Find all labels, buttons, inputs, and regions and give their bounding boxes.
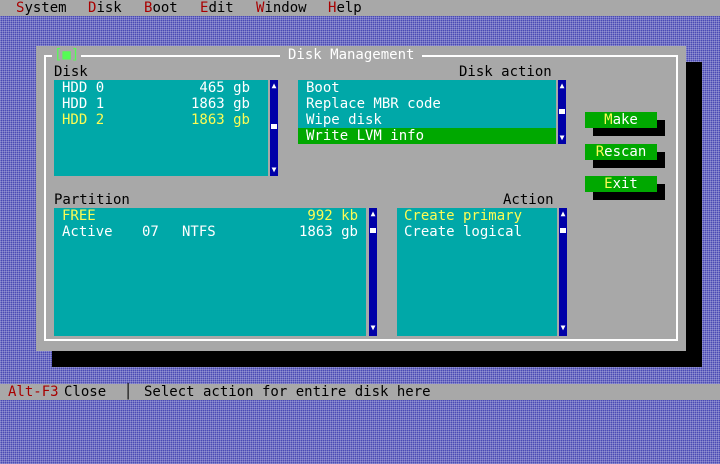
status-message: Select action for entire disk here	[144, 384, 431, 400]
disk-item-hdd2[interactable]: HDD 2 1863 gb	[54, 112, 268, 128]
menu-help[interactable]: Help	[328, 0, 362, 16]
scroll-up-arrow-icon[interactable]: ▲	[270, 82, 278, 90]
scroll-down-arrow-icon[interactable]: ▼	[270, 166, 278, 174]
dialog-close-button[interactable]: [■]	[52, 47, 82, 63]
partition-item-free[interactable]: FREE 992 kb	[54, 208, 366, 224]
disk-list[interactable]: HDD 0 465 gb HDD 1 1863 gb HDD 2 1863 gb	[54, 80, 268, 176]
status-hotkey[interactable]: Alt-F3	[8, 384, 59, 400]
scroll-thumb[interactable]	[370, 228, 376, 233]
status-separator: │	[124, 384, 133, 400]
scroll-up-arrow-icon[interactable]: ▲	[369, 210, 377, 218]
action-list-scrollbar[interactable]: ▲ ▼	[559, 208, 567, 336]
disk-item-hdd0[interactable]: HDD 0 465 gb	[54, 80, 268, 96]
disk-action-item-replace-mbr[interactable]: Replace MBR code	[298, 96, 556, 112]
scroll-down-arrow-icon[interactable]: ▼	[558, 134, 566, 142]
scroll-up-arrow-icon[interactable]: ▲	[559, 210, 567, 218]
scroll-down-arrow-icon[interactable]: ▼	[559, 324, 567, 332]
disk-action-scrollbar[interactable]: ▲ ▼	[558, 80, 566, 144]
scroll-down-arrow-icon[interactable]: ▼	[369, 324, 377, 332]
menu-boot[interactable]: Boot	[144, 0, 178, 16]
disk-list-scrollbar[interactable]: ▲ ▼	[270, 80, 278, 176]
dialog-title: Disk Management	[280, 47, 423, 63]
disk-action-label: Disk action	[459, 64, 552, 80]
disk-action-item-write-lvm[interactable]: Write LVM info	[298, 128, 556, 144]
partition-label: Partition	[54, 192, 130, 208]
partition-item-ntfs[interactable]: Active 07 NTFS 1863 gb	[54, 224, 366, 240]
scroll-thumb[interactable]	[271, 124, 277, 129]
close-icon[interactable]: [■]	[54, 47, 79, 63]
action-label: Action	[503, 192, 554, 208]
menu-window[interactable]: Window	[256, 0, 307, 16]
partition-list[interactable]: FREE 992 kb Active 07 NTFS 1863 gb	[54, 208, 366, 336]
action-item-create-logical[interactable]: Create logical	[397, 224, 557, 240]
menu-bar: System Disk Boot Edit Window Help	[0, 0, 720, 16]
menu-system[interactable]: System	[16, 0, 67, 16]
disk-action-list[interactable]: Boot Replace MBR code Wipe disk Write LV…	[298, 80, 556, 144]
action-list[interactable]: Create primary Create logical	[397, 208, 557, 336]
menu-edit[interactable]: Edit	[200, 0, 234, 16]
make-button[interactable]: Make	[585, 112, 657, 128]
action-item-create-primary[interactable]: Create primary	[397, 208, 557, 224]
rescan-button[interactable]: Rescan	[585, 144, 657, 160]
menu-disk[interactable]: Disk	[88, 0, 122, 16]
disk-action-item-wipe-disk[interactable]: Wipe disk	[298, 112, 556, 128]
status-bar: Alt-F3 Close │ Select action for entire …	[0, 384, 720, 400]
exit-button[interactable]: Exit	[585, 176, 657, 192]
disk-action-item-boot[interactable]: Boot	[298, 80, 556, 96]
scroll-thumb[interactable]	[559, 109, 565, 114]
status-hotkey-label: Close	[64, 384, 107, 400]
scroll-up-arrow-icon[interactable]: ▲	[558, 82, 566, 90]
disk-item-hdd1[interactable]: HDD 1 1863 gb	[54, 96, 268, 112]
partition-list-scrollbar[interactable]: ▲ ▼	[369, 208, 377, 336]
disk-label: Disk	[54, 64, 88, 80]
scroll-thumb[interactable]	[560, 228, 566, 233]
